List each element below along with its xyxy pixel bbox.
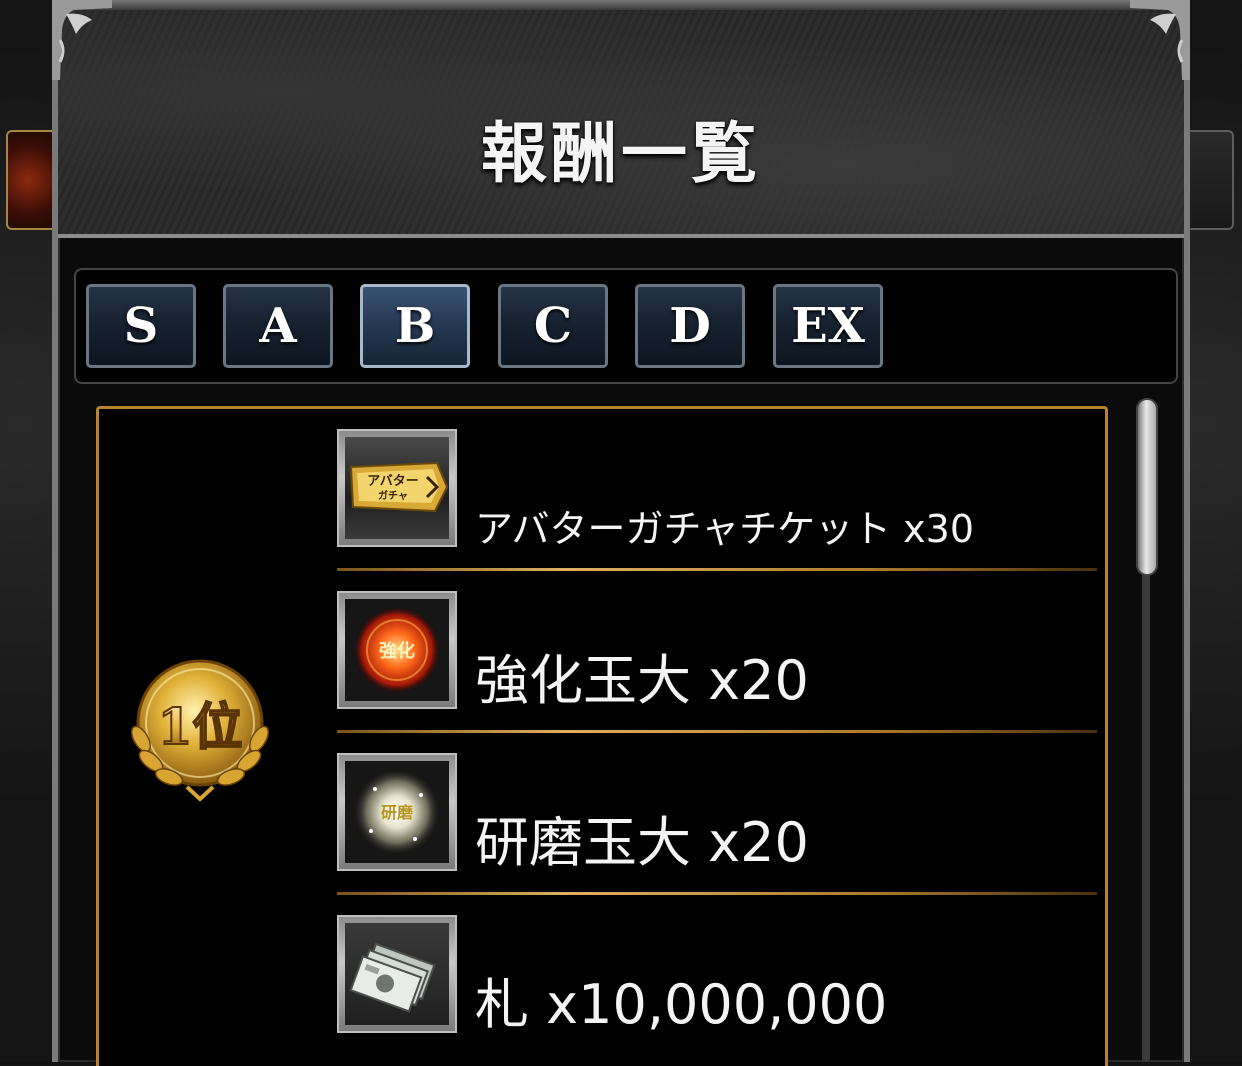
scrollbar-thumb[interactable] (1136, 398, 1158, 576)
svg-text:ガチャ: ガチャ (378, 489, 408, 502)
svg-text:強化: 強化 (379, 640, 415, 662)
background-side-tab (1190, 130, 1234, 230)
tab-d[interactable]: D (635, 284, 745, 368)
background-right (1190, 0, 1242, 1062)
reward-label: 強化玉大 x20 (475, 649, 809, 712)
svg-text:アバター: アバター (367, 474, 418, 489)
reward-thumbnail: 研磨 (337, 753, 457, 871)
reward-list-dialog: 報酬一覧 S A B C D EX 1位 アバター ガチャ アバターガチャチケッ… (52, 0, 1190, 1066)
page-title: 報酬一覧 (481, 115, 761, 192)
list-item: 研磨 研磨玉大 x20 (337, 733, 1105, 895)
reward-label: 札 x10,000,000 (475, 973, 888, 1036)
tab-ex[interactable]: EX (773, 284, 883, 368)
reward-label: アバターガチャチケット x30 (475, 507, 975, 551)
avatar-gacha-ticket-icon: アバター ガチャ (349, 461, 449, 513)
reward-label: 研磨玉大 x20 (475, 811, 809, 874)
list-item: 強化 強化玉大 x20 (337, 571, 1105, 733)
banknotes-icon (349, 942, 436, 1013)
polish-orb-large-icon: 研磨 (353, 768, 441, 856)
tab-c[interactable]: C (498, 284, 608, 368)
background-left (0, 0, 58, 1062)
ornament-corner-left-icon (52, 0, 112, 80)
svg-text:研磨: 研磨 (381, 803, 413, 822)
ornament-corner-right-icon (1130, 0, 1190, 80)
reward-thumbnail (337, 915, 457, 1033)
rank-tab-bar: S A B C D EX (74, 268, 1178, 384)
background-side-tab (6, 130, 58, 230)
reward-thumbnail: 強化 (337, 591, 457, 709)
tab-a[interactable]: A (223, 284, 333, 368)
header-top-border (58, 0, 1184, 10)
list-item: アバター ガチャ アバターガチャチケット x30 (337, 409, 1105, 571)
reward-thumbnail: アバター ガチャ (337, 429, 457, 547)
enhance-orb-large-icon: 強化 (353, 606, 441, 694)
reward-list: 1位 アバター ガチャ アバターガチャチケット x30 強化 強化玉大 x20 … (96, 406, 1108, 1066)
tab-s[interactable]: S (86, 284, 196, 368)
dialog-header: 報酬一覧 (52, 0, 1190, 238)
rank-label: 1位 (158, 697, 243, 756)
rank-1st-badge-icon: 1位 (130, 659, 270, 802)
list-item: 札 x10,000,000 (337, 895, 1105, 1057)
tab-b[interactable]: B (360, 284, 470, 368)
